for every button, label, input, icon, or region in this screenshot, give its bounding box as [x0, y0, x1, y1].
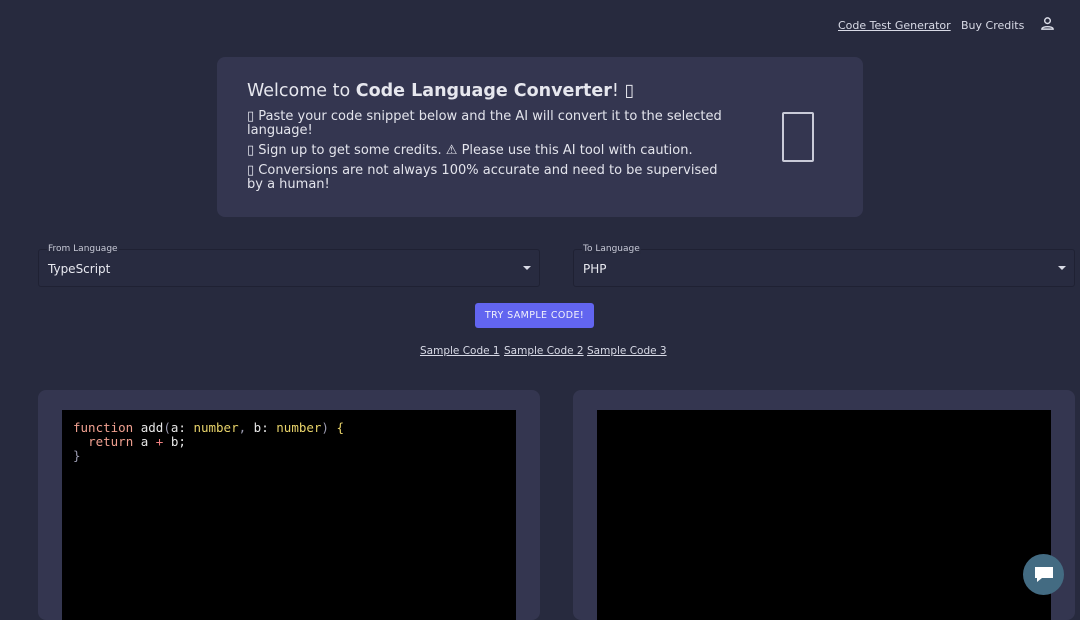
input-code-editor[interactable]: function add(a: number, b: number) { ret…	[62, 410, 516, 620]
to-language-select[interactable]: To Language PHP	[573, 244, 1075, 287]
welcome-card: Welcome to Code Language Converter! ▯ ▯ …	[217, 57, 863, 217]
top-nav: Code Test Generator Buy Credits	[0, 0, 1080, 50]
missing-glyph-icon	[782, 112, 814, 162]
input-code: function add(a: number, b: number) { ret…	[73, 420, 345, 464]
welcome-title: Welcome to Code Language Converter! ▯	[247, 81, 635, 101]
to-language-value: PHP	[583, 262, 607, 276]
caret-down-icon	[1058, 266, 1066, 270]
caret-down-icon	[523, 266, 531, 270]
from-language-value: TypeScript	[48, 262, 111, 276]
output-code-editor[interactable]	[597, 410, 1051, 620]
try-sample-code-button[interactable]: TRY SAMPLE CODE!	[475, 303, 594, 328]
input-panel: function add(a: number, b: number) { ret…	[38, 390, 540, 620]
from-language-label: From Language	[47, 244, 119, 254]
chat-bubble-icon	[1035, 567, 1053, 582]
welcome-line-signup: ▯ Sign up to get some credits. ⚠ Please …	[247, 143, 693, 158]
sample-code-1-link[interactable]: Sample Code 1	[420, 345, 500, 357]
code-test-generator-link[interactable]: Code Test Generator	[838, 19, 951, 32]
brand-name: Code Language Converter	[355, 81, 612, 101]
account-icon[interactable]	[1040, 16, 1055, 31]
welcome-line-paste: ▯ Paste your code snippet below and the …	[247, 109, 722, 138]
to-language-label: To Language	[582, 244, 641, 254]
chat-button[interactable]	[1023, 554, 1064, 595]
sample-code-2-link[interactable]: Sample Code 2	[504, 345, 584, 357]
sample-code-3-link[interactable]: Sample Code 3	[587, 345, 667, 357]
output-panel	[573, 390, 1075, 620]
welcome-line-accuracy: ▯ Conversions are not always 100% accura…	[247, 163, 718, 192]
buy-credits-link[interactable]: Buy Credits	[961, 19, 1024, 32]
from-language-select[interactable]: From Language TypeScript	[38, 244, 540, 287]
